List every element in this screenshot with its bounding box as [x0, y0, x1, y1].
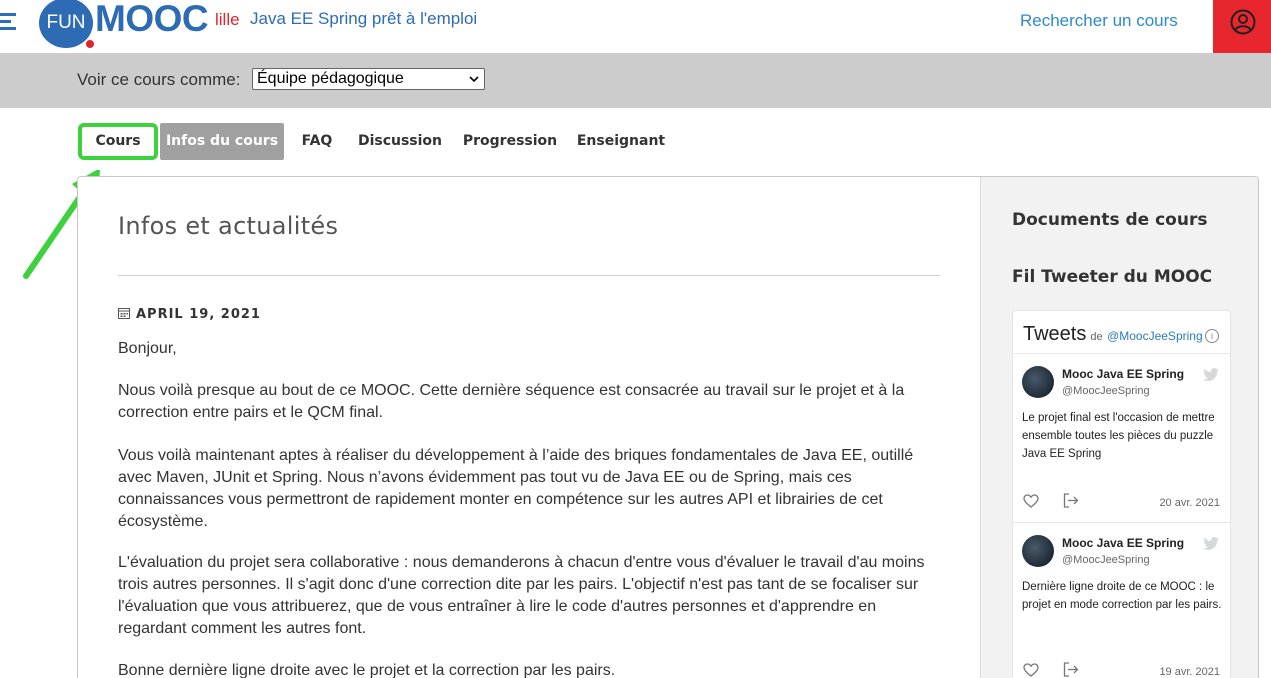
tweet-date[interactable]: 19 avr. 2021	[1159, 666, 1220, 678]
user-account-button[interactable]	[1213, 0, 1271, 53]
twitter-bird-icon[interactable]	[1203, 368, 1219, 381]
chevron-down-icon	[469, 76, 479, 83]
view-as-label: Voir ce cours comme:	[77, 70, 241, 89]
divider	[118, 275, 940, 276]
user-icon	[1230, 9, 1256, 35]
share-icon[interactable]	[1063, 662, 1079, 677]
twitter-widget-title: Tweets	[1023, 323, 1087, 345]
avatar[interactable]	[1022, 535, 1054, 567]
tweet-card[interactable]: Mooc Java EE Spring @MoocJeeSpring Le pr…	[1013, 354, 1230, 522]
twitter-heading: Fil Tweeter du MOOC	[1012, 267, 1213, 287]
tab-cours[interactable]: Cours	[78, 123, 158, 160]
tweet-text: Le projet final est l'occasion de mettre…	[1022, 412, 1215, 460]
site-header: FUN MOOC lille Java EE Spring prêt à l'e…	[0, 0, 1271, 53]
course-sidebar: Documents de cours Fil Tweeter du MOOC T…	[980, 177, 1258, 678]
course-info-panel: Infos et actualités APRIL 19, 2021 Bonjo…	[77, 176, 1259, 678]
tab-progression[interactable]: Progression	[458, 123, 562, 160]
heart-icon[interactable]	[1023, 494, 1039, 508]
news-date: APRIL 19, 2021	[118, 307, 261, 322]
share-icon[interactable]	[1063, 493, 1079, 508]
twitter-widget: Tweets de @MoocJeeSpring i Mooc Java EE S…	[1012, 310, 1231, 678]
menu-icon[interactable]	[0, 13, 18, 30]
fun-logo[interactable]: FUN	[39, 0, 93, 48]
view-as-bar: Voir ce cours comme: Équipe pédagogique	[0, 53, 1271, 108]
tweet-author-name[interactable]: Mooc Java EE Spring	[1062, 367, 1184, 381]
news-paragraph: L'évaluation du projet sera collaborativ…	[118, 554, 925, 637]
tweet-text: Dernière ligne droite de ce MOOC : le pr…	[1022, 581, 1222, 611]
news-paragraph: Bonne dernière ligne droite avec le proj…	[118, 662, 616, 678]
info-icon[interactable]: i	[1205, 329, 1219, 343]
news-section: Infos et actualités APRIL 19, 2021 Bonjo…	[78, 177, 980, 678]
avatar[interactable]	[1022, 366, 1054, 398]
logo-dot	[86, 40, 94, 48]
tab-infos-du-cours[interactable]: Infos du cours	[160, 123, 284, 160]
tweet-date[interactable]: 20 avr. 2021	[1159, 497, 1220, 509]
search-courses-link[interactable]: Rechercher un cours	[1020, 11, 1178, 31]
tweet-author-handle[interactable]: @MoocJeeSpring	[1062, 385, 1150, 397]
heart-icon[interactable]	[1023, 663, 1039, 677]
view-as-selected-value: Équipe pédagogique	[257, 70, 404, 87]
tweet-author-handle[interactable]: @MoocJeeSpring	[1062, 554, 1150, 566]
tab-discussion[interactable]: Discussion	[352, 123, 448, 160]
news-paragraph: Nous voilà presque au bout de ce MOOC. C…	[118, 382, 905, 421]
twitter-bird-icon[interactable]	[1203, 537, 1219, 550]
twitter-widget-header: Tweets de @MoocJeeSpring	[1023, 323, 1203, 346]
course-title: Java EE Spring prêt à l'emploi	[250, 9, 478, 28]
logo-lille: lille	[215, 10, 240, 29]
page-title: Infos et actualités	[118, 212, 339, 240]
twitter-widget-by: de	[1090, 331, 1103, 343]
tweet-author-name[interactable]: Mooc Java EE Spring	[1062, 536, 1184, 550]
news-date-text: APRIL 19, 2021	[136, 307, 261, 322]
tweet-card[interactable]: Mooc Java EE Spring @MoocJeeSpring Derni…	[1013, 523, 1230, 678]
news-paragraph: Vous voilà maintenant aptes à réaliser d…	[118, 447, 914, 530]
news-paragraph: Bonjour,	[118, 340, 177, 357]
mooc-logo-text[interactable]: MOOC	[95, 0, 209, 40]
documents-heading: Documents de cours	[1012, 210, 1208, 230]
calendar-icon	[118, 308, 130, 319]
tab-enseignant[interactable]: Enseignant	[572, 123, 670, 160]
view-as-select[interactable]: Équipe pédagogique	[252, 68, 485, 90]
tab-faq[interactable]: FAQ	[294, 123, 340, 160]
twitter-widget-handle-link[interactable]: @MoocJeeSpring	[1107, 329, 1203, 343]
